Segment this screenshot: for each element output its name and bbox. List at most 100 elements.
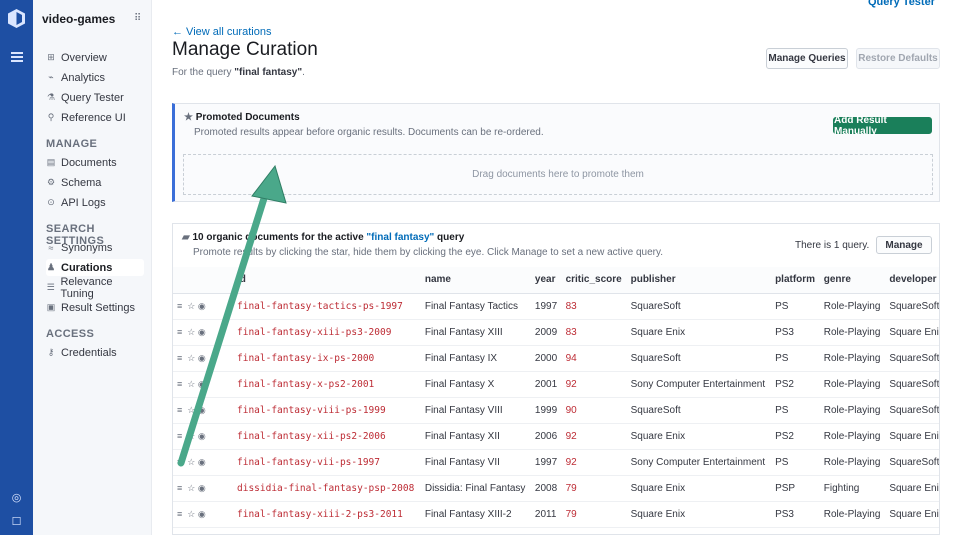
manage-queries-button[interactable]: Manage Queries (766, 48, 848, 69)
subtitle-query: "final fantasy" (234, 67, 303, 78)
relevance-icon: ☰ (46, 282, 55, 292)
promote-drop-zone[interactable]: Drag documents here to promote them (183, 154, 933, 195)
column-header[interactable]: platform (771, 267, 820, 294)
table-cell: Final Fantasy XIII-2 (420, 501, 531, 528)
drag-handle-icon[interactable]: ≡ (177, 353, 182, 363)
column-header[interactable]: publisher (626, 267, 772, 294)
table-cell: Final Fantasy XII (420, 423, 531, 450)
row-controls: ≡ ☆ ◉ (173, 423, 233, 450)
promote-star-icon[interactable]: ☆ (187, 431, 195, 441)
table-cell[interactable]: final-fantasy-ix-ps-2000 (233, 345, 421, 372)
hide-eye-icon[interactable]: ◉ (198, 431, 206, 441)
hide-eye-icon[interactable]: ◉ (198, 379, 206, 389)
sidebar-item-documents[interactable]: ▤ Documents (46, 154, 144, 171)
credentials-icon: ⚷ (47, 347, 55, 357)
sidebar-item-reference-ui[interactable]: ⚲ Reference UI (46, 109, 144, 126)
table-cell[interactable]: dissidia-final-fantasy-psp-2008 (233, 475, 421, 502)
row-controls: ≡ ☆ ◉ (173, 319, 233, 346)
row-controls: ≡ ☆ ◉ (173, 449, 233, 476)
hide-eye-icon[interactable]: ◉ (198, 509, 206, 519)
drag-handle-icon[interactable]: ≡ (177, 405, 182, 415)
table-cell[interactable]: final-fantasy-x-ps2-2001 (233, 371, 421, 398)
column-header[interactable]: id (233, 267, 421, 294)
promote-star-icon[interactable]: ☆ (187, 405, 195, 415)
column-header[interactable]: year (530, 267, 562, 294)
table-cell[interactable]: final-fantasy-viii-ps-1999 (233, 397, 421, 424)
manage-button[interactable]: Manage (876, 236, 932, 254)
promoted-heading-text: Promoted Documents (195, 112, 300, 123)
table-cell[interactable]: final-fantasy-vii-ps-1997 (233, 449, 421, 476)
sidebar-item-label: Overview (61, 51, 107, 64)
drag-handle-icon[interactable]: ≡ (177, 483, 182, 493)
table-cell: PS2 (771, 371, 820, 398)
sidebar-item-synonyms[interactable]: ≈ Synonyms (46, 239, 144, 256)
drag-handle-icon[interactable]: ≡ (177, 301, 182, 311)
hide-eye-icon[interactable]: ◉ (198, 405, 206, 415)
promote-star-icon[interactable]: ☆ (187, 509, 195, 519)
drag-handle-icon[interactable]: ≡ (177, 509, 182, 519)
query-tester-link[interactable]: Query Tester (868, 0, 935, 8)
sidebar-item-curations[interactable]: ♟ Curations (46, 259, 144, 276)
api-logs-icon: ⊙ (47, 197, 55, 207)
engine-name: video-games (42, 12, 116, 26)
table-cell: 83 (561, 319, 627, 346)
drag-handle-icon[interactable]: ≡ (177, 457, 182, 467)
sidebar-item-api-logs[interactable]: ⊙ API Logs (46, 194, 144, 211)
table-cell: SquareSoft (626, 293, 772, 320)
promoted-heading: ★ Promoted Documents (184, 112, 300, 123)
chat-icon[interactable]: ◎ (10, 492, 23, 505)
promote-star-icon[interactable]: ☆ (187, 327, 195, 337)
engine-switcher-icon[interactable]: ⠿ (134, 13, 141, 24)
drag-handle-icon[interactable]: ≡ (177, 431, 182, 441)
hide-eye-icon[interactable]: ◉ (198, 457, 206, 467)
promote-star-icon[interactable]: ☆ (187, 483, 195, 493)
column-header[interactable]: developer (885, 267, 939, 294)
sidebar-item-schema[interactable]: ⚙ Schema (46, 174, 144, 191)
sidebar-item-relevance-tuning[interactable]: ☰ Relevance Tuning (46, 276, 144, 300)
star-icon: ★ (184, 112, 193, 123)
hide-eye-icon[interactable]: ◉ (198, 483, 206, 493)
access-heading: ACCESS (46, 328, 95, 340)
sidebar-item-query-tester[interactable]: ⚗ Query Tester (46, 89, 144, 106)
add-result-manually-button[interactable]: Add Result Manually (833, 115, 932, 137)
user-icon[interactable]: ☐ (10, 516, 23, 529)
sidebar-item-result-settings[interactable]: ▣ Result Settings (46, 299, 144, 316)
table-cell: Sony Computer Entertainment (626, 449, 772, 476)
table-cell[interactable]: final-fantasy-xiii-2-ps3-2011 (233, 501, 421, 528)
table-row: ≡ ☆ ◉ final-fantasy-xiii-ps3-2009 Final Fa… (173, 319, 939, 346)
column-header[interactable]: name (420, 267, 531, 294)
column-header[interactable]: critic_score (561, 267, 627, 294)
view-all-curations-link[interactable]: ← View all curations (172, 26, 271, 38)
app-logo-icon[interactable] (8, 9, 25, 28)
sidebar-item-credentials[interactable]: ⚷ Credentials (46, 344, 144, 361)
hide-eye-icon[interactable]: ◉ (198, 301, 206, 311)
table-cell: 2000 (530, 345, 562, 372)
menu-toggle-icon[interactable] (11, 52, 23, 62)
table-header-row: id name year critic_score publisher plat… (173, 267, 939, 294)
sidebar-item-analytics[interactable]: ⌁ Analytics (46, 69, 144, 86)
overview-icon: ⊞ (47, 52, 55, 62)
drag-handle-icon[interactable]: ≡ (177, 379, 182, 389)
promote-star-icon[interactable]: ☆ (187, 457, 195, 467)
drag-handle-icon[interactable]: ≡ (177, 327, 182, 337)
table-cell: 92 (561, 449, 627, 476)
table-cell: Square Enix (885, 423, 939, 450)
organic-icon: ▰ (182, 232, 190, 243)
promote-star-icon[interactable]: ☆ (187, 353, 195, 363)
table-cell[interactable]: final-fantasy-tactics-ps-1997 (233, 293, 421, 320)
sidebar-item-overview[interactable]: ⊞ Overview (46, 49, 144, 66)
table-row: ≡ ☆ ◉ final-fantasy-ix-ps-2000 Final Fanta… (173, 345, 939, 372)
hide-eye-icon[interactable]: ◉ (198, 353, 206, 363)
table-cell: SquareSoft (885, 371, 939, 398)
promote-star-icon[interactable]: ☆ (187, 379, 195, 389)
table-cell: Square Enix (626, 319, 772, 346)
row-controls: ≡ ☆ ◉ (173, 475, 233, 502)
hide-eye-icon[interactable]: ◉ (198, 327, 206, 337)
restore-defaults-button[interactable]: Restore Defaults (856, 48, 940, 69)
column-header[interactable]: genre (819, 267, 886, 294)
table-cell[interactable]: final-fantasy-xii-ps2-2006 (233, 423, 421, 450)
promote-star-icon[interactable]: ☆ (187, 301, 195, 311)
table-cell: SquareSoft (626, 345, 772, 372)
sidebar-item-label: API Logs (61, 196, 106, 209)
table-cell[interactable]: final-fantasy-xiii-ps3-2009 (233, 319, 421, 346)
